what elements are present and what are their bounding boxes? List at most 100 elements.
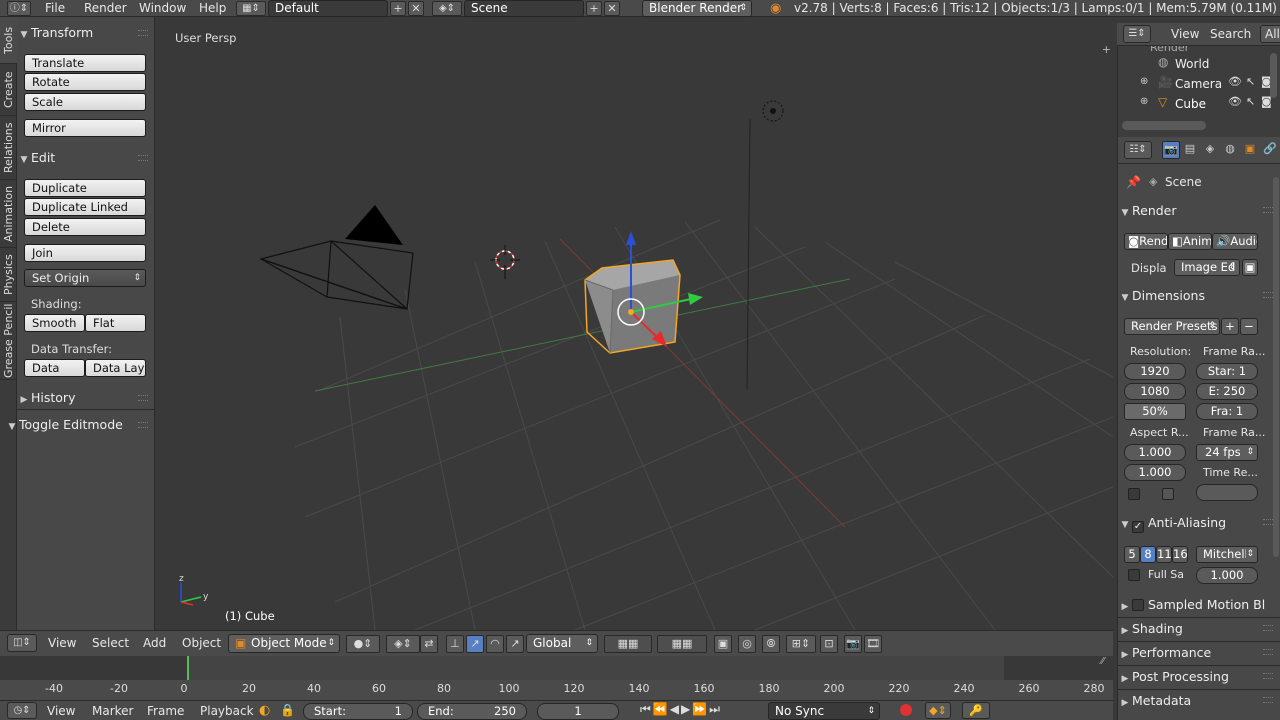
snap-icon[interactable]: ⦾: [762, 635, 780, 653]
motion-blur-panel-header[interactable]: ▶ Sampled Motion Bl: [1118, 594, 1266, 616]
aa-samples-5[interactable]: 5: [1124, 546, 1140, 563]
duplicate-linked-button[interactable]: Duplicate Linked: [24, 198, 146, 216]
border-checkbox[interactable]: [1128, 488, 1140, 500]
rotate-manipulator-icon[interactable]: ↗: [466, 635, 484, 653]
remove-scene-icon[interactable]: ✕: [604, 1, 620, 16]
grip-icon[interactable]: [138, 155, 148, 161]
add-layout-icon[interactable]: +: [390, 1, 406, 16]
select-cursor-icon[interactable]: ↖: [1246, 75, 1255, 88]
outliner-menu-view[interactable]: View: [1171, 27, 1199, 41]
tab-create[interactable]: Create: [0, 64, 17, 116]
menu-window[interactable]: Window: [139, 0, 186, 17]
grip-icon[interactable]: [138, 422, 148, 428]
flat-button[interactable]: Flat: [85, 314, 146, 332]
menu-select[interactable]: Select: [92, 634, 129, 653]
tab-grease-pencil[interactable]: Grease Pencil: [0, 302, 17, 380]
world-tab-icon[interactable]: ◍: [1221, 141, 1239, 159]
scene-tab-icon[interactable]: ◈: [1201, 141, 1219, 159]
fps-select[interactable]: 24 fps ⇕: [1196, 444, 1258, 461]
translate-button[interactable]: Translate: [24, 54, 146, 72]
tab-relations[interactable]: Relations: [0, 116, 17, 180]
remove-preset-icon[interactable]: −: [1240, 318, 1258, 335]
outliner-row-camera[interactable]: Camera: [1175, 74, 1223, 94]
select-cursor-icon[interactable]: ↖: [1246, 95, 1255, 108]
properties-editor-icon[interactable]: ☷⇕: [1124, 141, 1152, 159]
lock-interface-icon[interactable]: ▣: [1242, 259, 1258, 276]
aa-samples-11[interactable]: 11: [1156, 546, 1172, 563]
outliner-row-world[interactable]: World: [1175, 54, 1280, 74]
grip-icon[interactable]: [1263, 673, 1273, 679]
performance-panel-header[interactable]: ▶ Performance: [1118, 642, 1280, 664]
resolution-percent-slider[interactable]: 50%: [1124, 403, 1186, 420]
add-preset-icon[interactable]: +: [1221, 318, 1239, 335]
render-image-icon[interactable]: 📷: [844, 635, 862, 653]
constraints-tab-icon[interactable]: 🔗: [1261, 141, 1279, 159]
shading-panel-header[interactable]: ▶ Shading: [1118, 618, 1280, 640]
aa-samples-16[interactable]: 16: [1172, 546, 1188, 563]
snap-element-icon[interactable]: ⊞⇕: [786, 635, 816, 653]
mirror-button[interactable]: Mirror: [24, 119, 146, 137]
end-frame-field[interactable]: End: 250: [417, 703, 527, 720]
object-tab-icon[interactable]: ▣: [1241, 141, 1259, 159]
visibility-eye-icon[interactable]: 👁: [1228, 95, 1242, 108]
preview-range-icon[interactable]: ◐: [259, 703, 270, 718]
outliner-display-all[interactable]: All: [1260, 25, 1280, 43]
vertical-scrollbar[interactable]: [1270, 53, 1277, 98]
visibility-eye-icon[interactable]: 👁: [1228, 75, 1242, 88]
tl-menu-frame[interactable]: Frame: [147, 703, 184, 720]
grip-icon[interactable]: [1263, 207, 1273, 213]
editor-type-icon[interactable]: ⓘ⇕: [7, 1, 31, 16]
snap-target-icon[interactable]: ⊡: [820, 635, 838, 653]
set-origin-dropdown[interactable]: Set Origin ⇕: [24, 269, 146, 287]
keyframe-icon[interactable]: 🔑: [962, 702, 990, 719]
layers-grid-2-icon[interactable]: ▦▦: [657, 635, 707, 653]
start-frame-prop[interactable]: Star: 1: [1196, 363, 1258, 380]
remove-layout-icon[interactable]: ✕: [408, 1, 424, 16]
outliner-menu-search[interactable]: Search: [1210, 27, 1251, 41]
aspect-y-field[interactable]: 1.000: [1124, 464, 1186, 481]
join-button[interactable]: Join: [24, 244, 146, 262]
properties-scrollbar[interactable]: [1273, 177, 1279, 557]
scene-icon[interactable]: ◈⇕: [432, 1, 462, 16]
scale-button[interactable]: Scale: [24, 93, 146, 111]
menu-help[interactable]: Help: [199, 0, 226, 17]
playback-controls[interactable]: ⏮⏪◀▶⏩⏭: [640, 702, 720, 719]
scale-manipulator-icon[interactable]: ◠: [486, 635, 504, 653]
frame-step-prop[interactable]: Fra: 1: [1196, 403, 1258, 420]
render-presets-select[interactable]: Render Presets ⇕: [1124, 318, 1220, 335]
edit-panel-header[interactable]: ▼ Edit: [17, 148, 56, 168]
record-icon[interactable]: [900, 704, 912, 716]
grip-icon[interactable]: [1263, 519, 1273, 525]
layout-field[interactable]: Default: [268, 0, 388, 17]
layout-icon[interactable]: ▦⇕: [236, 1, 266, 16]
keying-set-icon[interactable]: ◆⇕: [925, 702, 951, 719]
render-layers-tab-icon[interactable]: ▤: [1181, 141, 1199, 159]
menu-view[interactable]: View: [48, 634, 76, 653]
current-frame-field[interactable]: 1: [537, 703, 619, 720]
grip-icon[interactable]: [1263, 649, 1273, 655]
menu-add[interactable]: Add: [143, 634, 166, 653]
tab-animation[interactable]: Animation: [0, 180, 17, 248]
toggle-editmode-header[interactable]: ▼ Toggle Editmode: [5, 415, 123, 435]
proportional-edit-icon[interactable]: ◎: [738, 635, 756, 653]
lock-layers-icon[interactable]: ▣: [714, 635, 732, 653]
timeline-editor[interactable]: -40 -20 0 20 40 60 80 100 120 140 160 180 200 220 240 2…: [0, 656, 1113, 700]
post-processing-panel-header[interactable]: ▶ Post Processing: [1118, 666, 1280, 688]
render-panel-header[interactable]: ▼ Render: [1118, 200, 1280, 222]
dimensions-panel-header[interactable]: ▼ Dimensions: [1118, 285, 1280, 307]
data-button[interactable]: Data: [24, 359, 85, 377]
tl-menu-view[interactable]: View: [47, 703, 75, 720]
render-engine-select[interactable]: Blender Render ⇕: [642, 0, 752, 17]
delete-button[interactable]: Delete: [24, 218, 146, 236]
antialiasing-panel-header[interactable]: ▼ ✓ Anti-Aliasing: [1118, 512, 1280, 534]
region-toggle-icon[interactable]: ⁄⁄: [1101, 656, 1104, 667]
start-frame-field[interactable]: Start: 1: [303, 703, 413, 720]
resolution-x-field[interactable]: 1920: [1124, 363, 1186, 380]
render-anim-icon[interactable]: 🎞: [864, 635, 882, 653]
history-panel-header[interactable]: ▶ History: [17, 388, 76, 408]
menu-object[interactable]: Object: [182, 634, 221, 653]
end-frame-prop[interactable]: E: 250: [1196, 383, 1258, 400]
data-layout-button[interactable]: Data Layo: [85, 359, 146, 377]
tl-menu-playback[interactable]: Playback: [200, 703, 254, 720]
mode-select[interactable]: ▣ Object Mode ⇕: [228, 634, 340, 653]
